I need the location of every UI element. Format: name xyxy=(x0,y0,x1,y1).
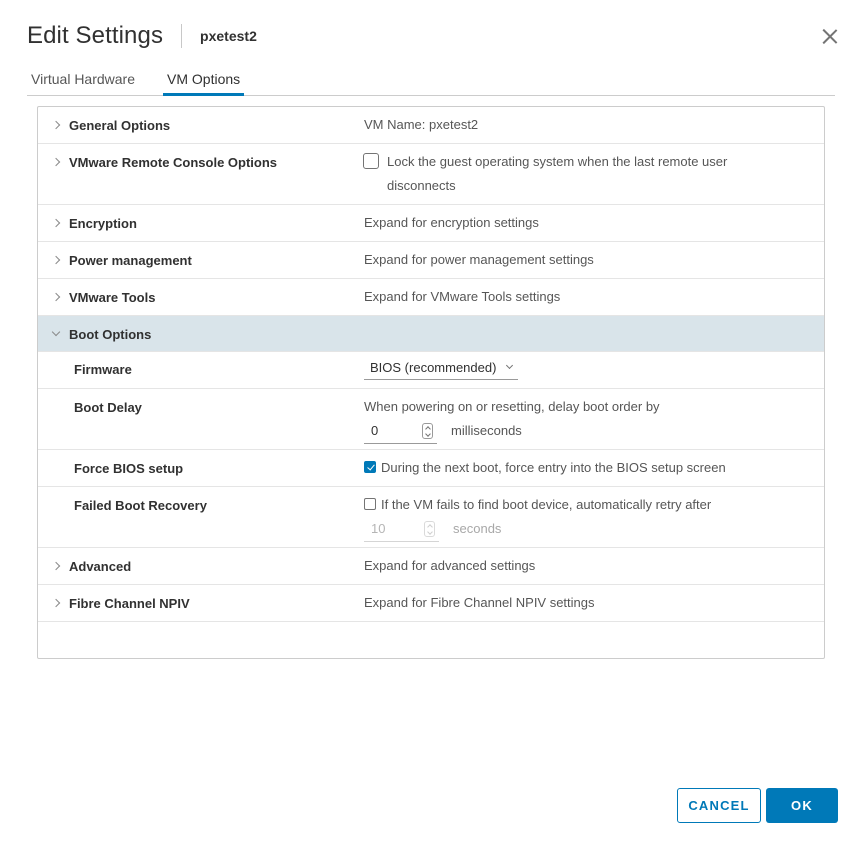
vm-name-subtitle: pxetest2 xyxy=(200,28,257,44)
section-boot-options[interactable]: Boot Options xyxy=(38,316,824,352)
title-divider xyxy=(181,24,183,48)
stepper-icon[interactable] xyxy=(422,422,433,439)
section-hint: Expand for advanced settings xyxy=(364,558,536,573)
section-power-management[interactable]: Power management Expand for power manage… xyxy=(38,242,824,279)
firmware-field: BIOS (recommended) xyxy=(364,356,519,380)
boot-delay-input[interactable]: 0 xyxy=(364,420,437,444)
section-vmrc-options[interactable]: VMware Remote Console Options Lock the g… xyxy=(38,144,824,205)
chevron-down-icon[interactable] xyxy=(51,327,61,337)
tab-bar: Virtual Hardware VM Options xyxy=(27,64,835,96)
force-bios-row: Force BIOS setup During the next boot, f… xyxy=(38,450,824,487)
force-bios-option: During the next boot, force entry into t… xyxy=(364,456,726,480)
chevron-right-icon[interactable] xyxy=(51,598,61,608)
retry-delay-input[interactable]: 10 xyxy=(364,518,439,542)
chevron-down-icon xyxy=(506,361,514,370)
failed-boot-recovery-checkbox-label: If the VM fails to find boot device, aut… xyxy=(381,497,712,512)
chevron-right-icon[interactable] xyxy=(51,120,61,130)
lock-guest-os-option: Lock the guest operating system when the… xyxy=(363,150,727,198)
boot-delay-value: 0 xyxy=(371,423,379,438)
failed-boot-recovery-checkbox[interactable] xyxy=(364,498,376,510)
boot-delay-label: Boot Delay xyxy=(74,400,142,415)
chevron-right-icon[interactable] xyxy=(51,157,61,167)
boot-delay-unit: milliseconds xyxy=(451,423,522,438)
checkbox-label-line1: Lock the guest operating system when the… xyxy=(387,154,728,169)
retry-delay-value: 10 xyxy=(371,521,386,536)
retry-delay-unit: seconds xyxy=(453,521,502,536)
firmware-selected-value: BIOS (recommended) xyxy=(370,360,497,375)
tab-virtual-hardware[interactable]: Virtual Hardware xyxy=(27,64,139,96)
section-vmware-tools[interactable]: VMware Tools Expand for VMware Tools set… xyxy=(38,279,824,316)
section-general-options[interactable]: General Options VM Name: pxetest2 xyxy=(38,107,824,144)
section-label: VMware Tools xyxy=(69,290,156,305)
section-label: VMware Remote Console Options xyxy=(69,155,278,170)
chevron-right-icon[interactable] xyxy=(51,292,61,302)
section-fibre-channel-npiv[interactable]: Fibre Channel NPIV Expand for Fibre Chan… xyxy=(38,585,824,622)
firmware-label: Firmware xyxy=(74,362,132,377)
failed-boot-recovery-row: Failed Boot Recovery If the VM fails to … xyxy=(38,487,824,548)
boot-firmware-row: Firmware BIOS (recommended) xyxy=(38,352,824,389)
force-bios-checkbox-label: During the next boot, force entry into t… xyxy=(381,460,726,475)
vm-options-panel: General Options VM Name: pxetest2 VMware… xyxy=(37,106,825,659)
section-label: Advanced xyxy=(69,559,132,574)
boot-delay-row: Boot Delay When powering on or resetting… xyxy=(38,389,824,450)
force-bios-checkbox[interactable] xyxy=(364,461,376,473)
section-label: Power management xyxy=(69,253,192,268)
lock-guest-os-checkbox[interactable] xyxy=(363,153,379,169)
boot-delay-field: When powering on or resetting, delay boo… xyxy=(364,395,660,444)
section-hint: Expand for encryption settings xyxy=(364,215,539,230)
failed-boot-recovery-field: If the VM fails to find boot device, aut… xyxy=(364,493,711,542)
chevron-right-icon[interactable] xyxy=(51,218,61,228)
failed-boot-recovery-label: Failed Boot Recovery xyxy=(74,498,207,513)
section-label: General Options xyxy=(69,118,171,133)
cancel-button[interactable]: CANCEL xyxy=(677,788,761,823)
dialog-title: Edit Settings xyxy=(27,22,164,49)
section-label: Boot Options xyxy=(69,327,152,342)
close-icon[interactable] xyxy=(820,26,840,46)
checkbox-label-line2: disconnects xyxy=(387,178,456,193)
boot-delay-description: When powering on or resetting, delay boo… xyxy=(364,399,660,414)
firmware-select[interactable]: BIOS (recommended) xyxy=(364,356,519,380)
section-advanced[interactable]: Advanced Expand for advanced settings xyxy=(38,548,824,585)
section-hint: Expand for Fibre Channel NPIV settings xyxy=(364,595,595,610)
section-hint: Expand for VMware Tools settings xyxy=(364,289,561,304)
section-hint: Expand for power management settings xyxy=(364,252,594,267)
vm-name-value: VM Name: pxetest2 xyxy=(364,117,479,132)
section-label: Fibre Channel NPIV xyxy=(69,596,190,611)
ok-button[interactable]: OK xyxy=(766,788,838,823)
dialog-header: Edit Settings pxetest2 xyxy=(27,20,257,52)
section-encryption[interactable]: Encryption Expand for encryption setting… xyxy=(38,205,824,242)
section-label: Encryption xyxy=(69,216,137,231)
stepper-icon[interactable] xyxy=(424,520,435,537)
force-bios-label: Force BIOS setup xyxy=(74,461,184,476)
chevron-right-icon[interactable] xyxy=(51,255,61,265)
chevron-right-icon[interactable] xyxy=(51,561,61,571)
tab-vm-options[interactable]: VM Options xyxy=(163,64,245,96)
